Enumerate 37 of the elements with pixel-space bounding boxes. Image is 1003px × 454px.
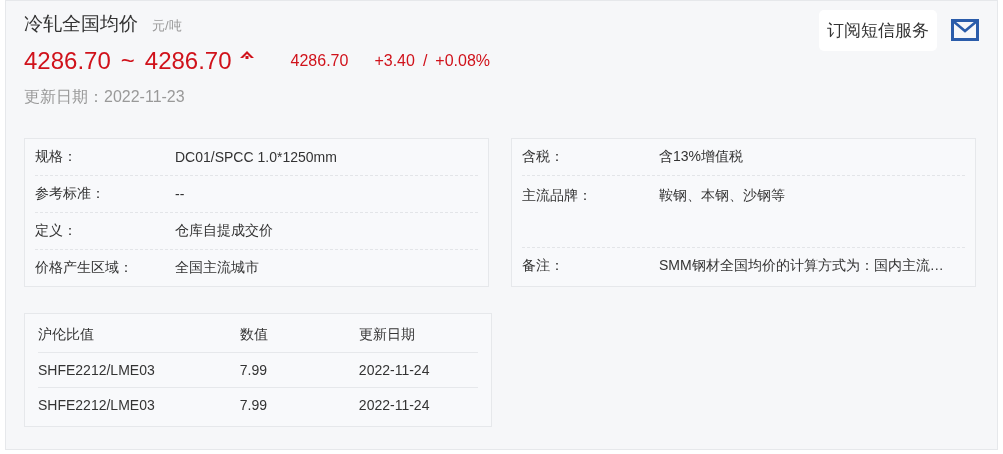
date-label: 更新日期： [24, 88, 104, 105]
mail-icon[interactable] [951, 19, 979, 41]
range-separator: ~ [120, 47, 135, 75]
spec-value: 仓库自提成交价 [175, 222, 273, 240]
unit-label: 元/吨 [152, 17, 182, 35]
price-low: 4286.70 [24, 47, 111, 75]
spec-label: 参考标准： [35, 185, 106, 203]
column-header: 数值 [239, 326, 269, 344]
column-header: 沪伦比值 [38, 326, 95, 344]
spec-label: 备注： [522, 257, 565, 275]
spec-label: 主流品牌： [522, 187, 593, 205]
spec-label: 定义： [35, 222, 78, 240]
table-cell-text: SHFE2212/LME03 [38, 397, 156, 413]
price-change: +3.40 [374, 52, 415, 70]
spec-value: DC01/SPCC 1.0*1250mm [175, 149, 337, 165]
table-cell-text: 7.99 [239, 397, 268, 413]
spec-value: 鞍钢、本钢、沙钢等 [659, 187, 785, 205]
up-arrow-icon [239, 50, 254, 60]
column-header: 更新日期 [358, 326, 416, 344]
page-title: 冷轧全国均价 [24, 12, 138, 36]
spec-label: 价格产生区域： [35, 259, 134, 277]
price-high: 4286.70 [144, 47, 232, 75]
table-cell-text: 2022-11-24 [358, 397, 431, 413]
spec-value: 全国主流城市 [175, 259, 259, 277]
spec-value: SMM钢材全国均价的计算方式为：国内主流… [659, 257, 944, 275]
table-cell-text: 2022-11-24 [358, 362, 431, 378]
change-percent: +0.08% [435, 52, 491, 70]
average-price: 4286.70 [290, 52, 349, 70]
table-cell-text: 7.99 [239, 362, 268, 378]
change-separator: / [422, 52, 428, 70]
spec-label: 含税： [522, 148, 565, 166]
spec-label: 规格： [35, 148, 78, 166]
spec-value: 含13%增值税 [659, 148, 744, 166]
subscribe-tooltip: 订阅短信服务 [819, 9, 937, 51]
spec-value: -- [175, 186, 185, 202]
table-cell-text: SHFE2212/LME03 [38, 362, 156, 378]
date-value: 2022-11-23 [104, 88, 185, 105]
